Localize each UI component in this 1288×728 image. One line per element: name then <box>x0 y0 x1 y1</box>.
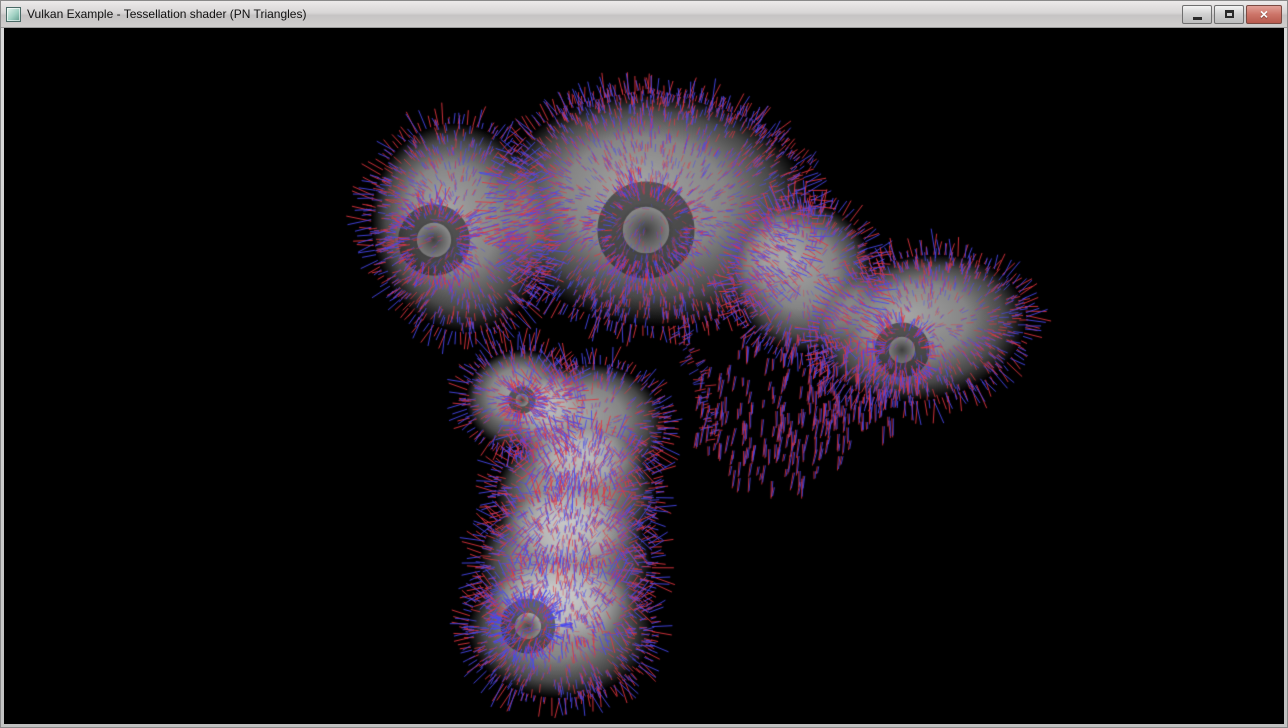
render-viewport[interactable] <box>4 28 1284 724</box>
maximize-button[interactable] <box>1214 5 1244 24</box>
window-title: Vulkan Example - Tessellation shader (PN… <box>27 7 1176 21</box>
minimize-button[interactable] <box>1182 5 1212 24</box>
maximize-icon <box>1225 10 1234 18</box>
close-icon: × <box>1260 7 1268 21</box>
window-icon <box>6 7 21 22</box>
client-area <box>4 28 1284 724</box>
app-window: Vulkan Example - Tessellation shader (PN… <box>0 0 1288 728</box>
close-button[interactable]: × <box>1246 5 1282 24</box>
window-controls: × <box>1182 5 1282 24</box>
minimize-icon <box>1193 17 1202 20</box>
title-bar[interactable]: Vulkan Example - Tessellation shader (PN… <box>1 1 1287 28</box>
